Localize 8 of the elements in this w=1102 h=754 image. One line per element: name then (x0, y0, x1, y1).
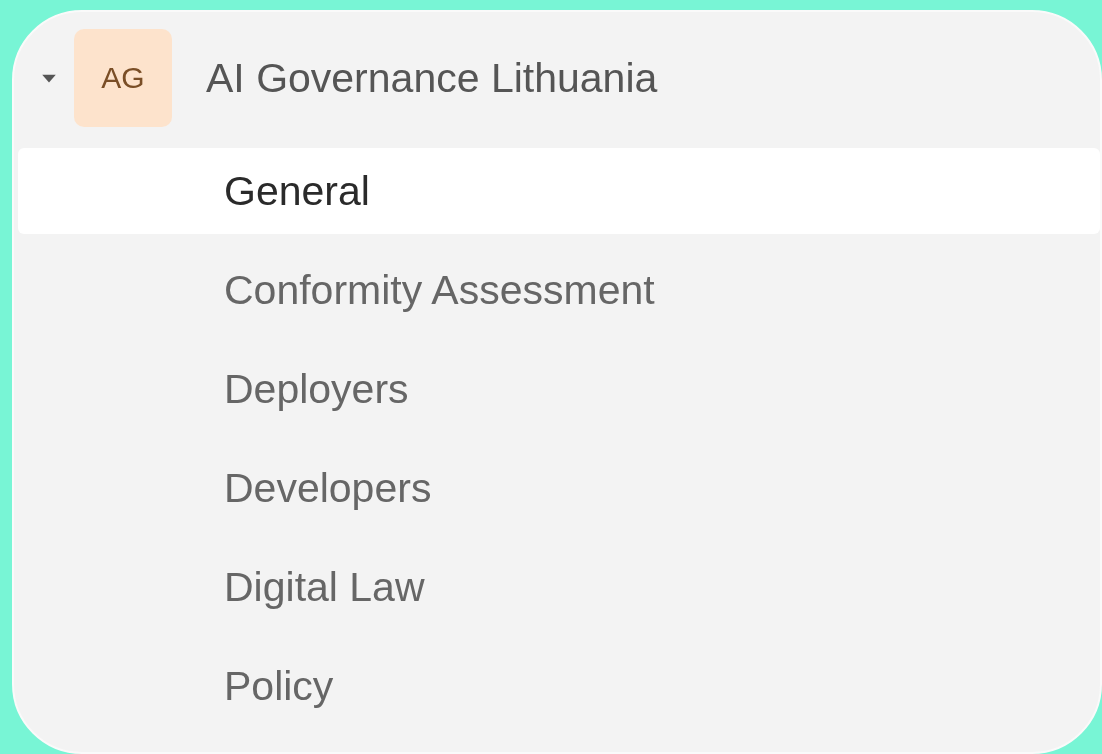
channel-item[interactable]: General (18, 148, 1100, 234)
channel-item[interactable]: Policy (18, 643, 1100, 729)
team-avatar: AG (74, 29, 172, 127)
team-name[interactable]: AI Governance Lithuania (206, 54, 658, 102)
channel-item[interactable]: Deployers (18, 346, 1100, 432)
channel-item[interactable]: Digital Law (18, 544, 1100, 630)
channel-item[interactable]: Conformity Assessment (18, 247, 1100, 333)
channel-item[interactable]: Developers (18, 445, 1100, 531)
